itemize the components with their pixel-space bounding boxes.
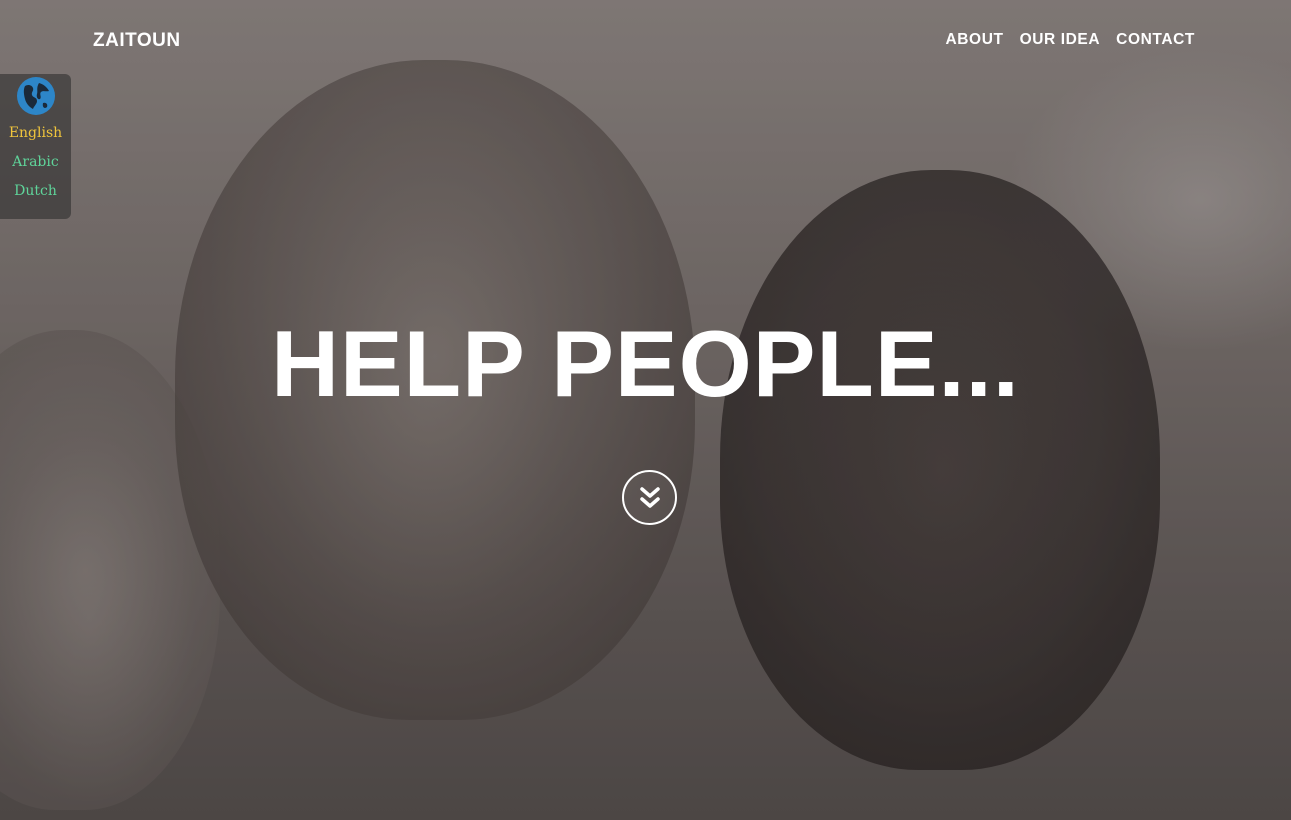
brand-logo-link[interactable]: ZAITOUN [93, 30, 181, 52]
language-option-arabic[interactable]: Arabic [0, 148, 71, 177]
language-switcher: English Arabic Dutch [0, 74, 71, 219]
globe-icon [16, 77, 55, 115]
language-option-dutch[interactable]: Dutch [0, 177, 71, 206]
scroll-down-button[interactable] [622, 470, 677, 525]
hero-headline: HELP PEOPLE... [271, 311, 1020, 416]
nav-item-about[interactable]: ABOUT [945, 31, 1003, 49]
nav-item-our-idea[interactable]: OUR IDEA [1020, 31, 1101, 49]
chevron-double-down-icon [639, 486, 660, 508]
main-nav: ABOUT OUR IDEA CONTACT [945, 31, 1195, 49]
language-option-english[interactable]: English [0, 119, 71, 148]
nav-item-contact[interactable]: CONTACT [1116, 31, 1195, 49]
